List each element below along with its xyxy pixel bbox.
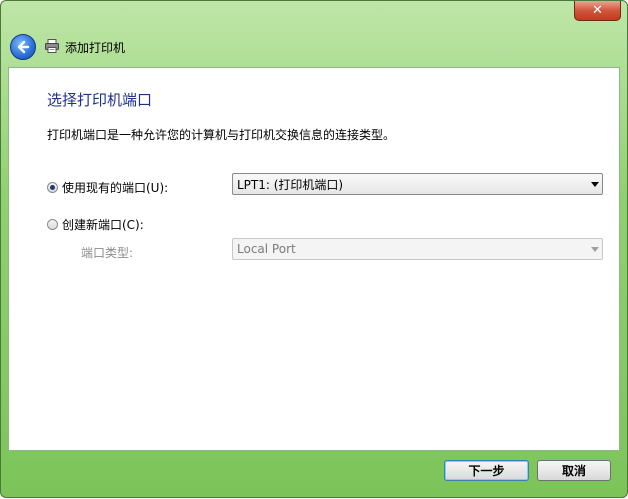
create-new-port-radio[interactable] <box>47 219 58 230</box>
next-button[interactable]: 下一步 <box>444 460 529 481</box>
create-new-port-label: 创建新端口(C): <box>62 218 144 232</box>
close-button[interactable]: ✕ <box>574 1 621 21</box>
add-printer-window: ✕ 添加打印机 选择打印机端口 打印机端口是一种允许您的计算机与打印机交换信息的… <box>0 0 628 498</box>
existing-port-select[interactable]: LPT1: (打印机端口) <box>232 173 603 195</box>
create-new-port-option[interactable]: 创建新端口(C): <box>47 216 144 233</box>
use-existing-port-label: 使用现有的端口(U): <box>62 181 169 195</box>
port-type-value: Local Port <box>237 242 296 256</box>
page-description: 打印机端口是一种允许您的计算机与打印机交换信息的连接类型。 <box>47 128 396 142</box>
title-bar: ✕ 添加打印机 <box>1 1 627 67</box>
back-arrow-icon <box>17 40 30 54</box>
chevron-down-icon <box>588 246 602 252</box>
wizard-content: 选择打印机端口 打印机端口是一种允许您的计算机与打印机交换信息的连接类型。 使用… <box>8 67 620 451</box>
port-type-label: 端口类型: <box>81 246 134 260</box>
existing-port-value: LPT1: (打印机端口) <box>237 177 344 192</box>
use-existing-port-radio[interactable] <box>47 182 58 193</box>
use-existing-port-option[interactable]: 使用现有的端口(U): <box>47 179 168 196</box>
page-title: 选择打印机端口 <box>47 91 153 109</box>
close-icon: ✕ <box>592 3 603 18</box>
wizard-footer: 下一步 取消 <box>1 451 627 499</box>
window-title: 添加打印机 <box>65 41 126 55</box>
chevron-down-icon <box>588 181 602 187</box>
port-type-select: Local Port <box>232 238 603 260</box>
printer-icon <box>45 39 59 53</box>
cancel-button[interactable]: 取消 <box>537 460 611 481</box>
back-button[interactable] <box>10 34 36 60</box>
